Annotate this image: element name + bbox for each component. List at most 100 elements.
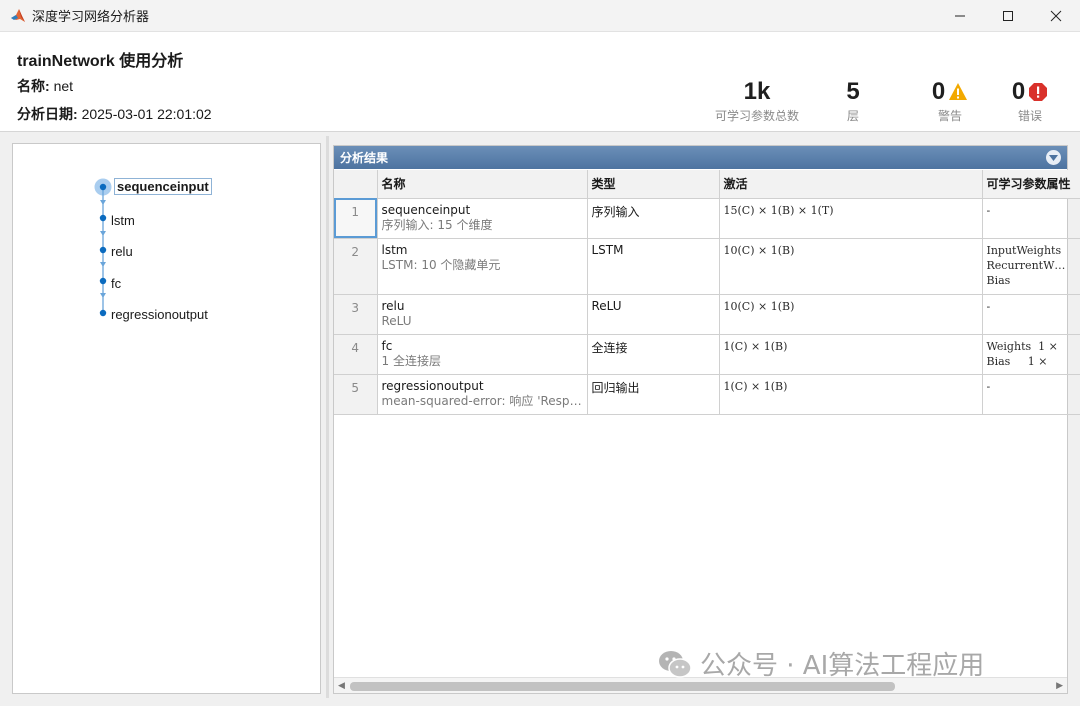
layer-name: regressionoutput bbox=[381, 378, 484, 393]
name-cell[interactable]: regressionoutput mean-squared-error: 响应 … bbox=[377, 374, 588, 415]
table-row[interactable]: 5 regressionoutput mean-squared-error: 响… bbox=[334, 374, 1080, 415]
layer-description: ReLU bbox=[381, 313, 412, 328]
results-title: 分析结果 bbox=[340, 151, 389, 165]
graph-node-label-sequenceinput[interactable]: sequenceinput bbox=[114, 178, 212, 195]
minimize-button[interactable] bbox=[936, 0, 984, 32]
layer-name: sequenceinput bbox=[381, 202, 471, 217]
learnables-cell[interactable]: Weights 1 × Bias 1 × bbox=[982, 334, 1080, 375]
stat-errors-value: 0 bbox=[1011, 78, 1026, 105]
column-header-activation[interactable]: 激活 bbox=[719, 170, 983, 199]
row-index[interactable]: 4 bbox=[334, 334, 378, 375]
layer-description: mean-squared-error: 响应 'Response' bbox=[381, 393, 583, 408]
stat-errors-label: 错误 bbox=[1017, 109, 1042, 123]
graph-node-label-fc[interactable]: fc bbox=[111, 276, 121, 291]
scroll-right-icon[interactable]: ▶ bbox=[1056, 681, 1063, 691]
name-cell[interactable]: relu ReLU bbox=[377, 294, 588, 335]
stat-warnings-value: 0 bbox=[931, 78, 946, 105]
learnables-cell[interactable]: - bbox=[982, 198, 1080, 239]
stat-learnables: 1k 可学习参数总数 bbox=[710, 78, 804, 124]
stat-layers-value: 5 bbox=[846, 78, 860, 105]
column-header-learnables[interactable]: 可学习参数属性 bbox=[982, 170, 1080, 199]
graph-node-lstm[interactable] bbox=[99, 214, 107, 222]
row-index[interactable]: 1 bbox=[334, 198, 378, 239]
activation-cell[interactable]: 1(C) × 1(B) bbox=[719, 334, 983, 375]
row-index[interactable]: 2 bbox=[334, 238, 378, 295]
watermark-text: 公众号 · AI算法工程应用 bbox=[700, 651, 985, 681]
graph-node-label-lstm[interactable]: lstm bbox=[111, 213, 135, 228]
watermark: 公众号 · AI算法工程应用 bbox=[658, 645, 984, 682]
table-row[interactable]: 1 sequenceinput 序列输入: 15 个维度 序列输入 15(C) … bbox=[334, 198, 1080, 239]
table-row[interactable]: 3 relu ReLU ReLU 10(C) × 1(B) - bbox=[334, 294, 1080, 335]
edge-arrow-icon bbox=[100, 200, 106, 205]
name-cell[interactable]: sequenceinput 序列输入: 15 个维度 bbox=[377, 198, 588, 239]
stat-learnables-label: 可学习参数总数 bbox=[714, 109, 799, 123]
graph-node-relu[interactable] bbox=[99, 246, 107, 254]
name-cell[interactable]: fc 1 全连接层 bbox=[377, 334, 588, 375]
maximize-button[interactable] bbox=[984, 0, 1032, 32]
matlab-logo-icon bbox=[11, 8, 25, 22]
network-graph-panel[interactable]: sequenceinput lstm relu fc regressionout… bbox=[12, 143, 321, 694]
layer-description: 1 全连接层 bbox=[381, 353, 441, 368]
edge-arrow-icon bbox=[100, 231, 106, 236]
analysis-header: trainNetwork 使用分析 名称: net 分析日期: 2025-03-… bbox=[0, 32, 1080, 132]
table-header-row: 名称 类型 激活 可学习参数属性 bbox=[334, 170, 1080, 199]
type-cell[interactable]: LSTM bbox=[587, 238, 720, 295]
stat-layers: 5 层 bbox=[826, 78, 880, 124]
title-bar: 深度学习网络分析器 bbox=[0, 0, 1080, 32]
network-name-label: 名称: bbox=[17, 78, 50, 94]
activation-cell[interactable]: 1(C) × 1(B) bbox=[719, 374, 983, 415]
chevron-down-icon bbox=[1049, 154, 1058, 161]
results-header: 分析结果 bbox=[334, 146, 1067, 169]
graph-node-sequenceinput[interactable] bbox=[99, 183, 107, 191]
graph-node-regressionoutput[interactable] bbox=[99, 309, 107, 317]
layer-name: lstm bbox=[381, 242, 408, 257]
stat-learnables-value: 1k bbox=[743, 78, 771, 105]
layer-name: fc bbox=[381, 338, 393, 353]
type-cell[interactable]: ReLU bbox=[587, 294, 720, 335]
scroll-left-icon[interactable]: ◀ bbox=[338, 681, 345, 691]
graph-node-label-regressionoutput[interactable]: regressionoutput bbox=[111, 307, 208, 322]
learnables-cell[interactable]: - bbox=[982, 294, 1080, 335]
close-button[interactable] bbox=[1032, 0, 1080, 32]
collapse-button[interactable] bbox=[1046, 150, 1061, 165]
graph-node-label-relu[interactable]: relu bbox=[111, 244, 133, 259]
type-cell[interactable]: 序列输入 bbox=[587, 198, 720, 239]
minimize-icon bbox=[955, 15, 965, 17]
activation-cell[interactable]: 15(C) × 1(B) × 1(T) bbox=[719, 198, 983, 239]
analysis-results-panel: 分析结果 名称 类型 激活 可学习参数属性 1 sequenceinput 序列… bbox=[333, 145, 1080, 694]
network-name-value: net bbox=[53, 78, 74, 94]
learnables-cell[interactable]: - bbox=[982, 374, 1080, 415]
column-header-name[interactable]: 名称 bbox=[377, 170, 588, 199]
stat-layers-label: 层 bbox=[846, 109, 859, 123]
analysis-date-row: 分析日期: 2025-03-01 22:01:02 bbox=[17, 104, 212, 124]
edge-arrow-icon bbox=[100, 293, 106, 298]
network-graph bbox=[94, 178, 112, 317]
row-index[interactable]: 3 bbox=[334, 294, 378, 335]
type-cell[interactable]: 回归输出 bbox=[587, 374, 720, 415]
row-index[interactable]: 5 bbox=[334, 374, 378, 415]
layer-description: 序列输入: 15 个维度 bbox=[381, 217, 493, 232]
edge-arrow-icon bbox=[100, 262, 106, 267]
stat-errors: 0 错误 bbox=[998, 78, 1062, 124]
layer-description: LSTM: 10 个隐藏单元 bbox=[381, 257, 501, 272]
activation-cell[interactable]: 10(C) × 1(B) bbox=[719, 294, 983, 335]
table-row[interactable]: 4 fc 1 全连接层 全连接 1(C) × 1(B) Weights 1 × … bbox=[334, 334, 1080, 375]
graph-node-fc[interactable] bbox=[99, 277, 107, 285]
layer-name: relu bbox=[381, 298, 405, 313]
analysis-date-label: 分析日期: bbox=[17, 106, 78, 122]
panel-splitter[interactable] bbox=[326, 136, 329, 698]
column-header-index[interactable] bbox=[334, 170, 378, 199]
warning-icon bbox=[949, 83, 968, 100]
learnables-cell[interactable]: InputWeights RecurrentW… Bias bbox=[982, 238, 1080, 295]
close-icon bbox=[1050, 10, 1062, 22]
analysis-date-value: 2025-03-01 22:01:02 bbox=[81, 106, 212, 122]
column-header-type[interactable]: 类型 bbox=[587, 170, 720, 199]
analysis-title: trainNetwork 使用分析 bbox=[17, 53, 184, 70]
network-name-row: 名称: net bbox=[17, 76, 73, 96]
scrollbar-thumb[interactable] bbox=[350, 682, 895, 691]
wechat-icon bbox=[659, 650, 692, 678]
activation-cell[interactable]: 10(C) × 1(B) bbox=[719, 238, 983, 295]
name-cell[interactable]: lstm LSTM: 10 个隐藏单元 bbox=[377, 238, 588, 295]
type-cell[interactable]: 全连接 bbox=[587, 334, 720, 375]
table-row[interactable]: 2 lstm LSTM: 10 个隐藏单元 LSTM 10(C) × 1(B) … bbox=[334, 238, 1080, 295]
